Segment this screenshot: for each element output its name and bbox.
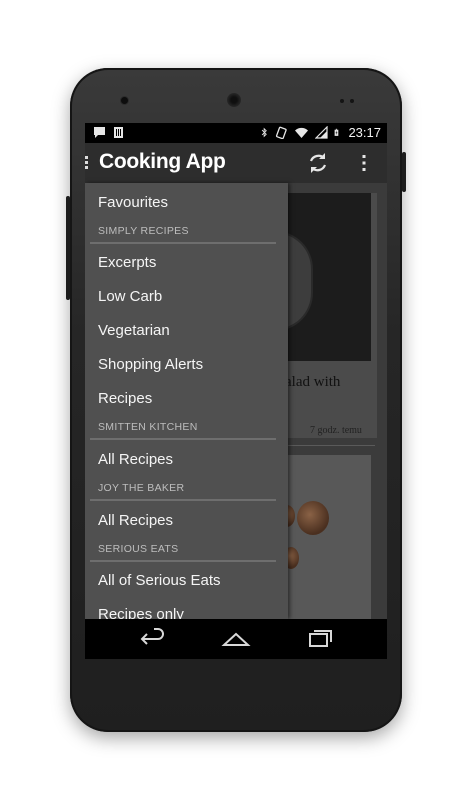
drawer-item-joy-all-recipes[interactable]: All Recipes (98, 512, 173, 529)
vibrate-icon (276, 126, 288, 139)
drawer-item-favourites[interactable]: Favourites (98, 194, 168, 211)
volume-button (66, 196, 70, 300)
drawer-divider (90, 242, 276, 244)
drawer-section-header: SIMPLY RECIPES (98, 225, 189, 237)
back-icon[interactable] (138, 625, 168, 653)
light-sensor (350, 99, 354, 103)
article-time: 7 godz. temu (310, 425, 362, 436)
bluetooth-icon (262, 127, 268, 138)
status-time: 23:17 (348, 125, 381, 140)
walnut-image (297, 501, 329, 535)
article-image (275, 193, 371, 361)
navigation-drawer: Favourites SIMPLY RECIPES Excerpts Low C… (85, 183, 288, 619)
article-card[interactable]: alad with 7 godz. temu (275, 193, 377, 446)
app-title[interactable]: Cooking App (99, 150, 226, 174)
drawer-divider (90, 438, 276, 440)
home-icon[interactable] (221, 625, 251, 653)
wifi-icon (295, 127, 309, 138)
sim-card-icon (114, 127, 123, 138)
navigation-bar (85, 619, 387, 659)
proximity-sensor (340, 99, 344, 103)
drawer-item-excerpts[interactable]: Excerpts (98, 254, 156, 271)
action-bar: Cooking App (85, 143, 387, 183)
drawer-divider (90, 560, 276, 562)
status-bar: 23:17 (85, 123, 387, 143)
drawer-section-header: SMITTEN KITCHEN (98, 421, 198, 433)
drawer-item-shopping-alerts[interactable]: Shopping Alerts (98, 356, 203, 373)
drawer-divider (90, 499, 276, 501)
drawer-indicator-icon[interactable] (85, 156, 89, 170)
drawer-item-recipes[interactable]: Recipes (98, 390, 152, 407)
drawer-item-smitten-all-recipes[interactable]: All Recipes (98, 451, 173, 468)
speaker-grille (227, 93, 241, 107)
drawer-item-vegetarian[interactable]: Vegetarian (98, 322, 170, 339)
overflow-menu-icon[interactable] (350, 149, 378, 177)
drawer-item-all-serious-eats[interactable]: All of Serious Eats (98, 572, 221, 589)
front-camera (121, 97, 128, 104)
refresh-icon[interactable] (304, 149, 332, 177)
drawer-section-header: SERIOUS EATS (98, 543, 179, 555)
chat-notification-icon (94, 127, 105, 138)
power-button (402, 152, 406, 192)
signal-icon (315, 126, 329, 139)
drawer-section-header: JOY THE BAKER (98, 482, 185, 494)
drawer-item-low-carb[interactable]: Low Carb (98, 288, 162, 305)
battery-charging-icon (335, 128, 339, 136)
recent-apps-icon[interactable] (305, 625, 335, 653)
article-title: alad with (285, 374, 341, 390)
drawer-item-recipes-only[interactable]: Recipes only (98, 606, 184, 619)
article-card-2[interactable] (279, 455, 371, 619)
screen: 23:17 Cooking App alad with 7 godz. temu (85, 123, 387, 659)
card-divider (285, 445, 375, 446)
